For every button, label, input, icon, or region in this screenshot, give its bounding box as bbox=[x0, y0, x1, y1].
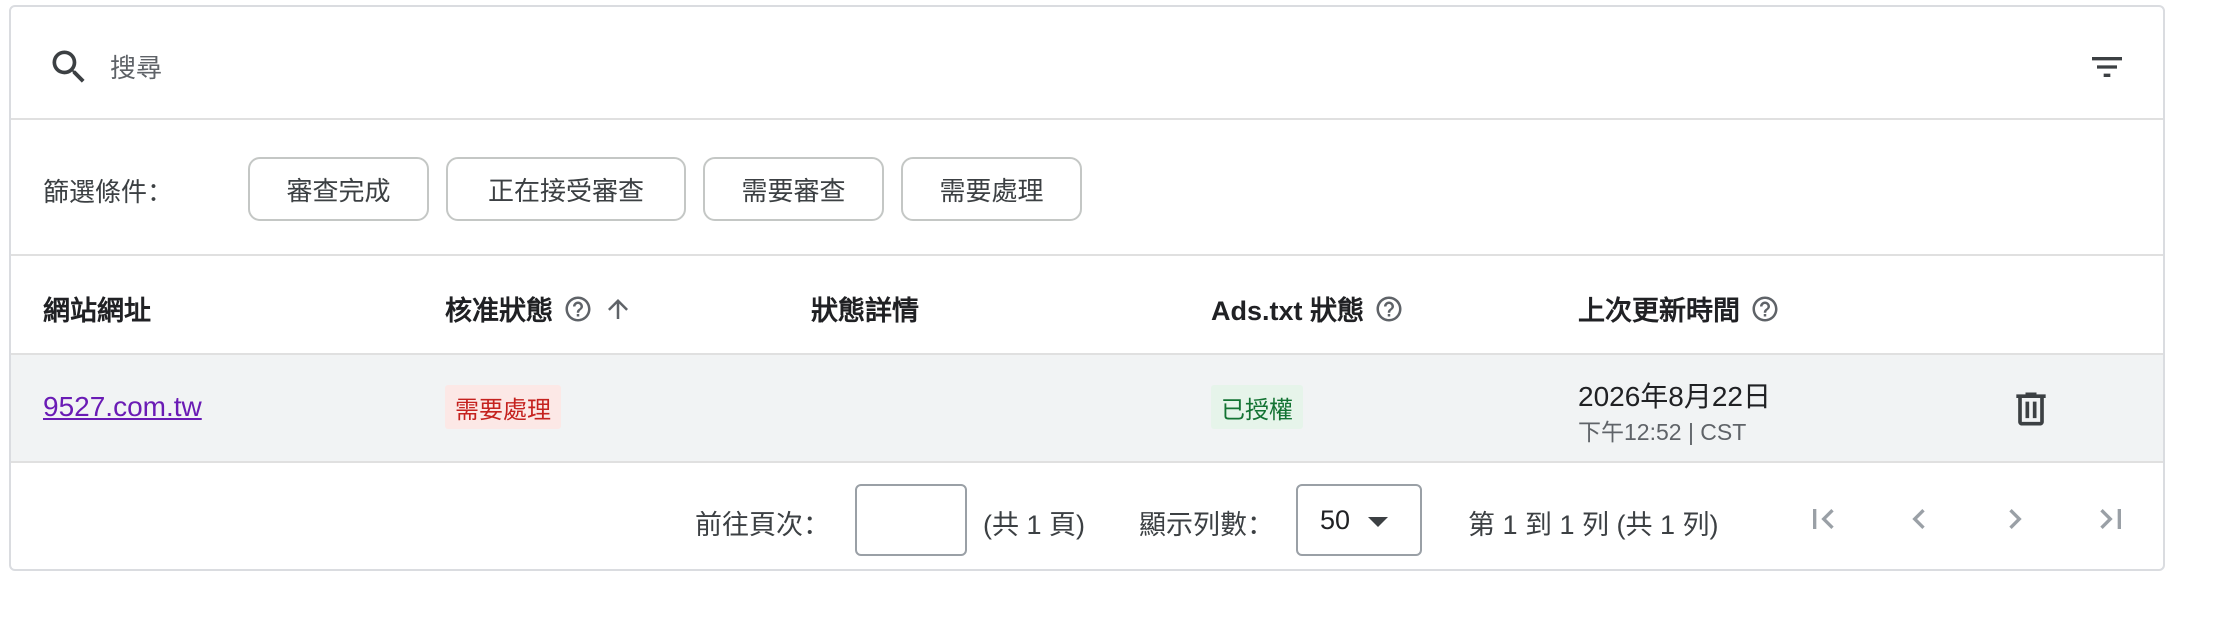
column-header-approval-status[interactable]: 核准狀態 bbox=[445, 289, 633, 328]
approval-status-badge: 需要處理 bbox=[445, 385, 561, 429]
chip-needs-action[interactable]: 需要處理 bbox=[901, 157, 1082, 221]
column-header-label: 核准狀態 bbox=[445, 296, 553, 326]
column-header-label: 上次更新時間 bbox=[1578, 296, 1740, 326]
filter-chips-bar: 篩選條件： 審查完成 正在接受審查 需要審查 需要處理 bbox=[11, 120, 2163, 256]
last-updated-time: 下午12:52 | CST bbox=[1578, 419, 1747, 445]
delete-icon[interactable] bbox=[2009, 385, 2053, 433]
chip-under-review[interactable]: 正在接受審查 bbox=[446, 157, 686, 221]
ads-txt-status-badge: 已授權 bbox=[1211, 385, 1303, 429]
filter-list-icon[interactable] bbox=[2087, 47, 2127, 87]
column-header-ads-txt-status[interactable]: Ads.txt 狀態 bbox=[1211, 289, 1404, 328]
site-url-link[interactable]: 9527.com.tw bbox=[43, 391, 202, 423]
column-header-label: 狀態詳情 bbox=[811, 296, 919, 326]
column-header-label: Ads.txt 狀態 bbox=[1211, 296, 1365, 326]
search-input[interactable] bbox=[108, 43, 1612, 93]
search-icon[interactable] bbox=[47, 45, 91, 89]
column-header-site[interactable]: 網站網址 bbox=[43, 289, 151, 328]
last-page-icon[interactable] bbox=[2091, 497, 2131, 541]
chip-needs-review[interactable]: 需要審查 bbox=[703, 157, 884, 221]
goto-page-label: 前往頁次： bbox=[695, 510, 830, 540]
help-icon[interactable] bbox=[1374, 294, 1404, 324]
rows-per-page-value: 50 bbox=[1320, 504, 1351, 535]
rows-per-page-label: 顯示列數： bbox=[1139, 510, 1274, 540]
arrow-drop-down-icon bbox=[1368, 517, 1388, 527]
arrow-up-icon[interactable] bbox=[603, 294, 633, 324]
rows-per-page-select[interactable]: 50 bbox=[1296, 484, 1422, 556]
chevron-right-icon[interactable] bbox=[1995, 497, 2035, 541]
row-range-text: 第 1 到 1 列 (共 1 列) bbox=[1468, 510, 1719, 540]
first-page-icon[interactable] bbox=[1803, 497, 1843, 541]
column-header-last-updated[interactable]: 上次更新時間 bbox=[1578, 289, 1780, 328]
search-bar bbox=[11, 7, 2163, 120]
chevron-left-icon[interactable] bbox=[1899, 497, 1939, 541]
filter-label: 篩選條件： bbox=[43, 177, 174, 207]
column-header-status-detail[interactable]: 狀態詳情 bbox=[811, 289, 919, 328]
column-header-label: 網站網址 bbox=[43, 296, 151, 326]
goto-page-input[interactable] bbox=[855, 484, 967, 556]
last-updated-date: 2026年8月22日 bbox=[1578, 381, 1772, 412]
sites-table-card: 篩選條件： 審查完成 正在接受審查 需要審查 需要處理 網站網址 核准狀態 狀態… bbox=[9, 5, 2165, 571]
table-row[interactable]: 9527.com.tw 需要處理 已授權 2026年8月22日 下午12:52 … bbox=[11, 355, 2163, 463]
table-header: 網站網址 核准狀態 狀態詳情 Ads.txt 狀態 上次更新時間 bbox=[11, 256, 2163, 355]
chip-review-complete[interactable]: 審查完成 bbox=[248, 157, 429, 221]
total-pages-text: (共 1 頁) bbox=[983, 510, 1086, 540]
pagination-bar: 前往頁次： (共 1 頁) 顯示列數： 50 第 1 到 1 列 (共 1 列) bbox=[11, 463, 2163, 571]
help-icon[interactable] bbox=[1750, 294, 1780, 324]
help-icon[interactable] bbox=[563, 294, 593, 324]
